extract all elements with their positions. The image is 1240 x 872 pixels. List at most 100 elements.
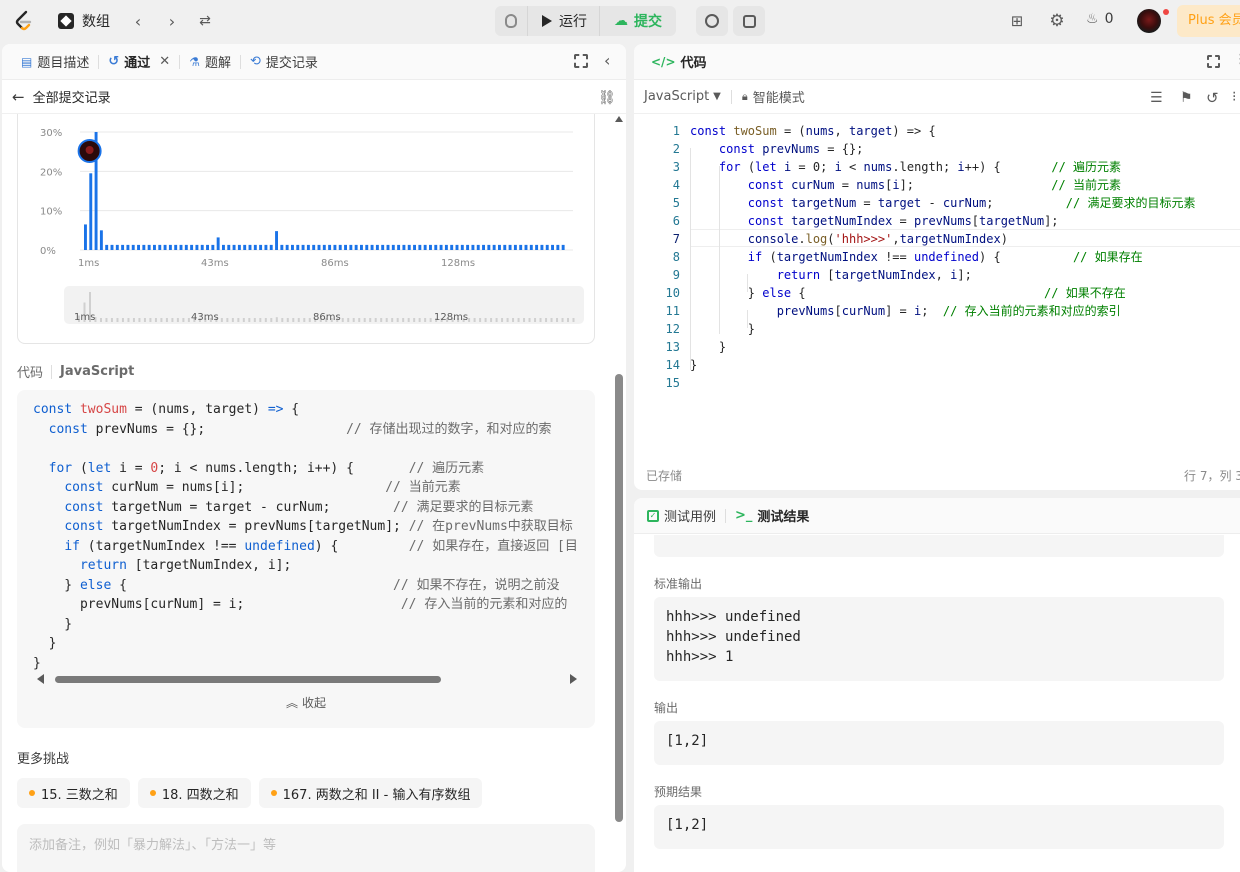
chart-bar[interactable] <box>529 244 533 250</box>
chart-bar[interactable] <box>84 224 87 250</box>
chart-bar[interactable] <box>519 244 523 250</box>
chart-bar[interactable] <box>105 244 109 250</box>
random-problem-icon[interactable]: ⇄ <box>191 7 219 35</box>
chart-bar[interactable] <box>184 244 188 250</box>
chart-bar[interactable] <box>413 244 416 250</box>
chart-bar[interactable] <box>89 173 93 250</box>
submission-detail[interactable]: 30% 20% 10% 0% 1ms 43ms 86ms 128ms 1ms 43ms 86ms 12… <box>2 114 612 872</box>
chart-bar[interactable] <box>115 244 119 250</box>
collapse-button[interactable]: ︽ 收起 <box>17 694 595 711</box>
chart-bar[interactable] <box>264 244 268 250</box>
chart-bar[interactable] <box>168 244 172 250</box>
chart-bar[interactable] <box>291 244 294 250</box>
result-scroll-area[interactable]: 6 标准输出 hhh>>> undefined hhh>>> undefined… <box>634 535 1240 872</box>
chart-bar[interactable] <box>370 244 374 250</box>
next-problem-icon[interactable]: › <box>158 7 186 35</box>
chart-bar[interactable] <box>455 244 459 250</box>
chart-bar[interactable] <box>253 244 257 250</box>
scrollbar-thumb[interactable] <box>55 676 441 683</box>
chart-bar[interactable] <box>301 244 305 250</box>
chart-bar[interactable] <box>179 244 183 250</box>
more-options-icon[interactable]: ⁝ <box>1232 89 1236 105</box>
chart-bar[interactable] <box>158 244 162 250</box>
settings-gear-icon[interactable]: ⚙ <box>1043 7 1071 35</box>
chart-bar[interactable] <box>312 244 316 250</box>
chart-bar[interactable] <box>269 244 273 250</box>
chart-bar[interactable] <box>397 244 401 250</box>
chart-bar[interactable] <box>551 244 554 250</box>
avatar[interactable] <box>1137 9 1161 33</box>
streak-counter[interactable]: ♨ 0 <box>1086 11 1113 27</box>
chart-bar[interactable] <box>540 244 544 250</box>
chart-bar[interactable] <box>216 237 220 250</box>
chart-bar[interactable] <box>545 244 549 250</box>
chart-bar[interactable] <box>211 244 215 250</box>
chart-bar[interactable] <box>200 244 204 250</box>
chart-bar[interactable] <box>354 244 358 250</box>
vertical-scrollbar[interactable] <box>614 116 624 872</box>
scroll-up-arrow[interactable] <box>615 116 623 122</box>
plus-membership-button[interactable]: Plus 会员 <box>1177 5 1240 37</box>
chart-bar[interactable] <box>153 244 156 250</box>
editor-body[interactable]: 1 2 3 4 5 6 7 8 9 10 11 12 13 14 15 const twoSum = (nu… <box>634 122 1240 462</box>
chart-bar[interactable] <box>349 244 353 250</box>
chart-bar[interactable] <box>206 244 209 250</box>
back-row[interactable]: ← 全部提交记录 ⛓ <box>2 80 626 114</box>
prev-problem-icon[interactable]: ‹ <box>124 7 152 35</box>
chart-bar[interactable] <box>195 244 199 250</box>
format-icon[interactable]: ☰ <box>1150 90 1163 106</box>
chart-bar[interactable] <box>344 244 347 250</box>
chart-bar[interactable] <box>466 244 470 250</box>
bookmark-icon[interactable]: ⚑ <box>1180 90 1193 106</box>
chart-bar[interactable] <box>275 231 278 250</box>
language-select[interactable]: JavaScript ▼ <box>644 89 721 104</box>
chart-bar[interactable] <box>280 244 284 250</box>
chart-bar[interactable] <box>476 244 480 250</box>
chart-bar[interactable] <box>163 244 167 250</box>
chart-bar[interactable] <box>498 244 501 250</box>
runtime-distribution-chart[interactable]: 30% 20% 10% 0% 1ms 43ms 86ms 128ms 1ms 43ms 86ms 12… <box>18 114 596 336</box>
chart-bar[interactable] <box>174 244 178 250</box>
challenge-link-15[interactable]: 15. 三数之和 <box>17 778 130 808</box>
chart-bar[interactable] <box>232 244 236 250</box>
chart-bar[interactable] <box>513 244 517 250</box>
chart-bar[interactable] <box>471 244 475 250</box>
close-tab-icon[interactable]: ✕ <box>159 54 170 69</box>
chart-bar[interactable] <box>131 244 135 250</box>
link-icon[interactable]: ⛓ <box>598 90 616 106</box>
chart-bar[interactable] <box>429 244 432 250</box>
tab-test-cases[interactable]: ✓ 测试用例 <box>638 498 725 534</box>
chart-bar[interactable] <box>556 244 560 250</box>
challenge-link-18[interactable]: 18. 四数之和 <box>137 778 251 808</box>
chart-bar[interactable] <box>333 244 337 250</box>
chart-bar[interactable] <box>322 244 326 250</box>
horizontal-scrollbar[interactable] <box>37 674 577 684</box>
tab-test-result[interactable]: >_ 测试结果 <box>726 498 818 534</box>
chart-bar[interactable] <box>137 244 140 250</box>
notes-button[interactable] <box>733 6 765 36</box>
chart-bar[interactable] <box>482 244 485 250</box>
layout-icon[interactable]: ⊞ <box>1003 7 1031 35</box>
scroll-left-arrow[interactable] <box>37 674 44 684</box>
submit-button[interactable]: ☁ 提交 <box>599 6 676 36</box>
chart-bar[interactable] <box>460 244 464 250</box>
leetcode-logo[interactable] <box>12 9 36 33</box>
chart-bar[interactable] <box>434 244 438 250</box>
chart-bar[interactable] <box>407 244 411 250</box>
chart-bar[interactable] <box>259 244 263 250</box>
chart-bar[interactable] <box>110 244 114 250</box>
chart-bar[interactable] <box>561 244 565 250</box>
tab-accepted[interactable]: ↺ 通过 ✕ <box>99 44 179 80</box>
collapse-panel-icon[interactable]: ‹ <box>604 51 610 70</box>
chart-bar[interactable] <box>360 244 363 250</box>
smart-mode-toggle[interactable]: 🔒︎ 智能模式 <box>742 87 805 107</box>
tab-solutions[interactable]: ⚗ 题解 <box>180 44 240 80</box>
chart-bar[interactable] <box>190 244 194 250</box>
chart-bar[interactable] <box>508 244 512 250</box>
chart-bar[interactable] <box>418 244 422 250</box>
chart-bar[interactable] <box>296 244 300 250</box>
tab-description[interactable]: ▤ 题目描述 <box>12 44 98 80</box>
submitted-code-block[interactable]: const twoSum = (nums, target) => { const… <box>17 390 595 728</box>
chart-bar[interactable] <box>375 244 379 250</box>
chart-bar[interactable] <box>126 244 130 250</box>
